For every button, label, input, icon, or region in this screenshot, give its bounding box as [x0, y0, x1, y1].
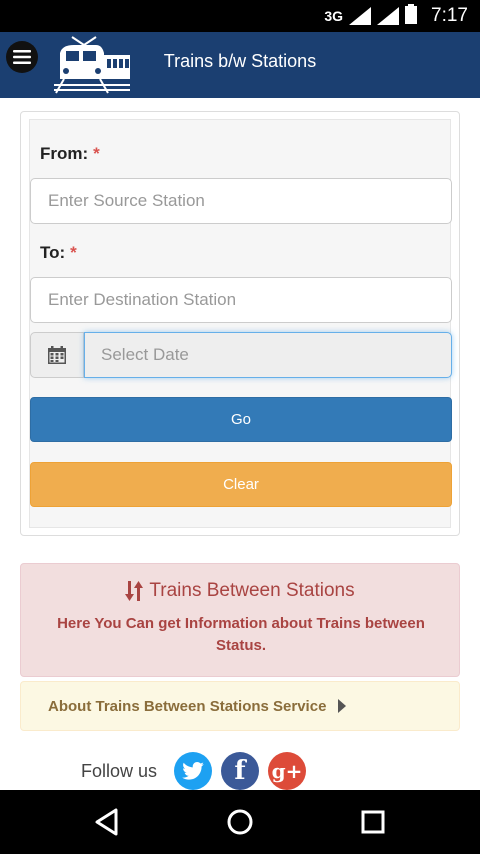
battery-icon — [405, 4, 418, 28]
home-icon[interactable] — [224, 806, 256, 838]
twitter-button[interactable] — [174, 752, 212, 790]
google-plus-button[interactable]: g+ — [268, 752, 306, 790]
signal-icon — [349, 7, 372, 25]
info-text: Here You Can get Information about Train… — [57, 615, 425, 654]
twitter-icon — [182, 762, 204, 780]
calendar-button[interactable] — [30, 332, 84, 378]
from-label-text: From: — [40, 144, 89, 163]
to-label: To: * — [40, 243, 77, 263]
status-bar: 3G 7:17 — [0, 0, 480, 32]
signal-icon-2 — [377, 7, 400, 25]
to-label-text: To: — [40, 243, 66, 262]
from-label: From: * — [40, 144, 100, 164]
facebook-button[interactable]: f — [221, 752, 259, 790]
follow-us-section: Follow us f g+ — [0, 752, 480, 790]
info-title: Trains Between Stations — [21, 580, 459, 602]
required-mark: * — [70, 243, 77, 262]
source-station-placeholder: Enter Source Station — [48, 191, 205, 210]
app-bar: Trains b/w Stations — [0, 32, 480, 98]
back-icon[interactable] — [92, 806, 124, 838]
caret-right-icon — [338, 699, 347, 713]
required-mark: * — [93, 144, 100, 163]
network-type: 3G — [324, 8, 344, 24]
search-form-panel: From: * Enter Source Station To: * Enter D… — [20, 111, 460, 536]
destination-station-placeholder: Enter Destination Station — [48, 290, 237, 309]
go-button[interactable]: Go — [30, 397, 452, 442]
clear-button[interactable]: Clear — [30, 462, 452, 507]
sort-arrows-icon — [125, 581, 144, 601]
about-service-text: About Trains Between Stations Service — [48, 697, 327, 715]
facebook-icon: f — [234, 756, 246, 786]
about-service-link[interactable]: About Trains Between Stations Service — [20, 681, 460, 731]
follow-us-label: Follow us — [81, 761, 158, 781]
destination-station-input[interactable]: Enter Destination Station — [30, 277, 452, 323]
clock: 7:17 — [431, 5, 468, 26]
google-plus-icon: g+ — [271, 759, 303, 783]
search-form: From: * Enter Source Station To: * Enter D… — [29, 119, 452, 528]
navigation-bar — [0, 790, 480, 854]
recents-icon[interactable] — [357, 806, 389, 838]
calendar-icon — [48, 346, 66, 364]
date-placeholder: Select Date — [101, 345, 189, 364]
info-alert: Trains Between Stations Here You Can get… — [20, 563, 460, 677]
date-input[interactable]: Select Date — [84, 332, 452, 378]
app-title: Trains b/w Stations — [163, 51, 317, 71]
date-picker[interactable]: Select Date — [30, 332, 452, 378]
info-title-text: Trains Between Stations — [149, 580, 355, 601]
source-station-input[interactable]: Enter Source Station — [30, 178, 452, 224]
